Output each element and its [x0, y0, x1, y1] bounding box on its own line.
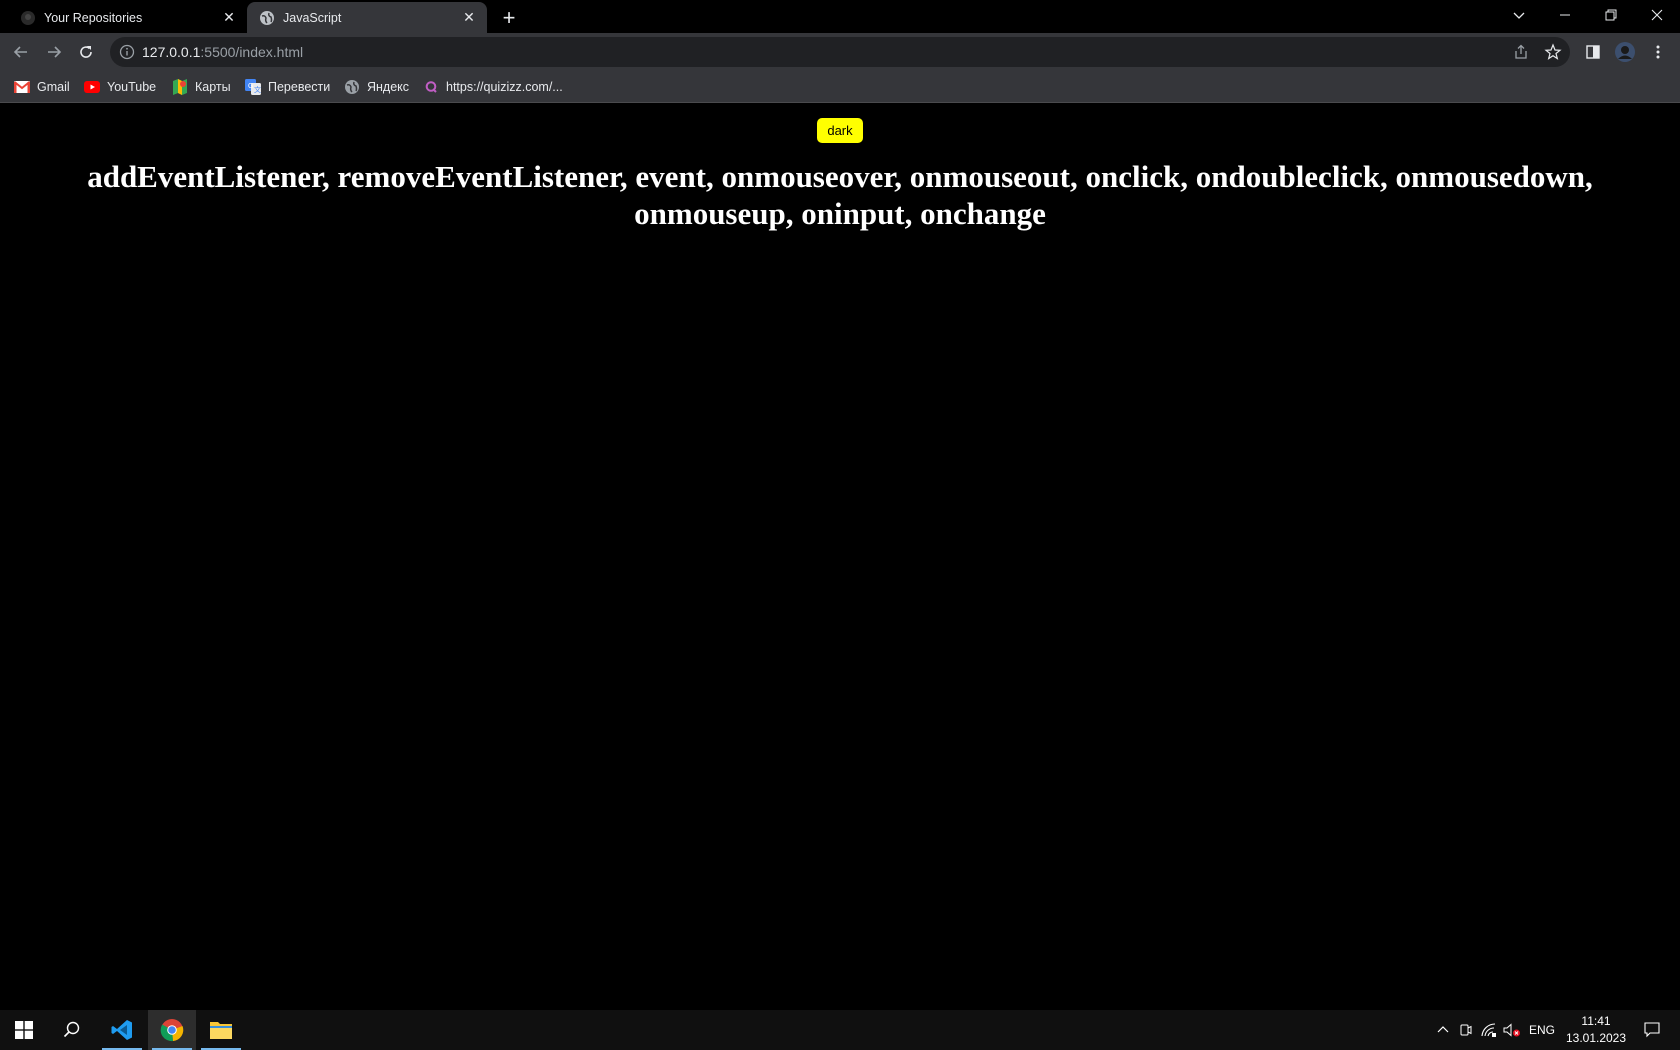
tab-title: Your Repositories — [44, 10, 143, 25]
profile-avatar[interactable] — [1611, 38, 1639, 66]
close-icon[interactable]: ✕ — [219, 8, 239, 28]
page-viewport: dark addEventListener, removeEventListen… — [0, 104, 1680, 1012]
close-icon[interactable]: ✕ — [459, 8, 479, 28]
svg-text:文: 文 — [254, 85, 261, 94]
chrome-icon[interactable] — [148, 1010, 196, 1050]
bookmark-label: Карты — [195, 80, 231, 94]
file-explorer-icon[interactable] — [197, 1010, 245, 1050]
tab-your-repositories[interactable]: Your Repositories ✕ — [8, 2, 247, 33]
clock-date: 13.01.2023 — [1565, 1031, 1627, 1045]
notifications-icon[interactable] — [1634, 1010, 1670, 1050]
page-heading: addEventListener, removeEventListener, e… — [87, 159, 1593, 231]
new-tab-button[interactable]: + — [495, 4, 523, 32]
side-panel-icon[interactable] — [1579, 38, 1607, 66]
bookmark-label: Gmail — [37, 80, 70, 94]
bookmark-label: YouTube — [107, 80, 157, 94]
info-icon[interactable] — [118, 43, 136, 61]
tray-chevron-up-icon[interactable] — [1432, 1010, 1454, 1050]
bookmarks-bar: Gmail YouTube Карты G文 Перевести Яндекс … — [0, 71, 1680, 103]
bookmark-quizizz[interactable]: https://quizizz.com/... — [423, 77, 563, 97]
taskbar-clock[interactable]: 11:41 13.01.2023 — [1560, 1013, 1632, 1047]
gmail-icon — [14, 79, 30, 95]
bookmark-maps[interactable]: Карты — [172, 77, 231, 97]
browser-toolbar: 127.0.0.1:5500/index.html — [0, 33, 1680, 71]
meet-camera-icon[interactable] — [1455, 1010, 1477, 1050]
bookmark-label: Яндекс — [367, 80, 410, 94]
tab-search-chevron-icon[interactable] — [1496, 0, 1542, 30]
menu-kebab-icon[interactable] — [1644, 38, 1672, 66]
translate-icon: G文 — [245, 79, 261, 95]
minimize-icon[interactable] — [1542, 0, 1588, 30]
reload-icon[interactable] — [72, 38, 100, 66]
bookmark-youtube[interactable]: YouTube — [84, 77, 156, 97]
back-arrow-icon[interactable] — [7, 38, 35, 66]
address-bar[interactable]: 127.0.0.1:5500/index.html — [110, 37, 1570, 67]
windows-taskbar: ENG 11:41 13.01.2023 — [0, 1010, 1680, 1050]
forward-arrow-icon[interactable] — [40, 38, 68, 66]
restore-icon[interactable] — [1588, 0, 1634, 30]
url-text: 127.0.0.1:5500/index.html — [142, 44, 303, 60]
globe-icon — [259, 10, 275, 26]
quizizz-icon — [423, 79, 439, 95]
windows-start-icon[interactable] — [0, 1010, 48, 1050]
search-icon[interactable] — [48, 1010, 96, 1050]
url-host: 127.0.0.1 — [142, 44, 201, 60]
bookmark-label: Перевести — [268, 80, 331, 94]
bookmark-star-icon[interactable] — [1544, 43, 1562, 61]
bookmark-translate[interactable]: G文 Перевести — [245, 77, 330, 97]
globe-icon — [344, 79, 360, 95]
youtube-icon — [84, 79, 100, 95]
share-icon[interactable] — [1512, 43, 1530, 61]
bookmark-label: https://quizizz.com/... — [446, 80, 563, 94]
url-path: :5500/index.html — [200, 44, 304, 60]
tab-javascript[interactable]: JavaScript ✕ — [247, 2, 487, 33]
language-indicator[interactable]: ENG — [1525, 1010, 1559, 1050]
bookmark-yandex[interactable]: Яндекс — [344, 77, 409, 97]
svg-text:G: G — [248, 83, 253, 90]
maps-icon — [172, 79, 188, 95]
tab-strip: Your Repositories ✕ JavaScript ✕ + — [0, 0, 1680, 33]
volume-muted-icon[interactable] — [1500, 1010, 1524, 1050]
network-icon[interactable] — [1478, 1010, 1500, 1050]
github-icon — [20, 10, 36, 26]
tab-title: JavaScript — [283, 10, 342, 25]
dark-mode-button[interactable]: dark — [817, 118, 863, 143]
bookmark-gmail[interactable]: Gmail — [14, 77, 70, 97]
vscode-icon[interactable] — [98, 1010, 146, 1050]
clock-time: 11:41 — [1581, 1014, 1611, 1028]
close-window-icon[interactable] — [1634, 0, 1680, 30]
